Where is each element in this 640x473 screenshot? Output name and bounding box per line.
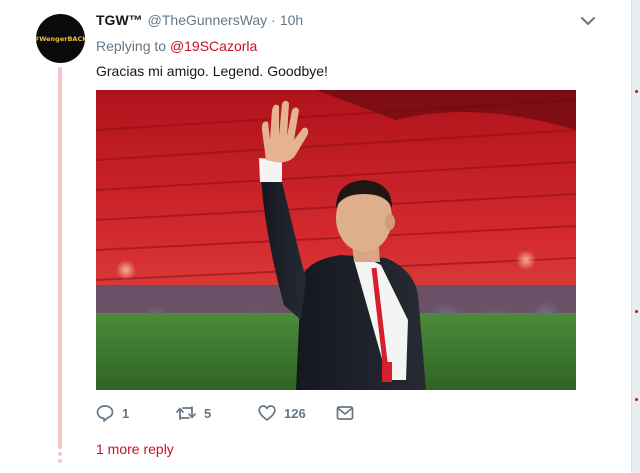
tweet-actions: 1 5 126 <box>96 402 396 424</box>
retweet-count: 5 <box>204 405 212 421</box>
tweet-photo[interactable] <box>96 90 576 390</box>
retweet-icon <box>176 406 196 420</box>
reply-count: 1 <box>122 405 130 421</box>
thread-dots <box>58 445 62 466</box>
adjacent-panel-edge <box>631 0 640 473</box>
direct-message-button[interactable] <box>336 402 354 424</box>
tweet-header: TGW™ @TheGunnersWay · 10h <box>96 12 303 28</box>
replying-to: Replying to @19SCazorla <box>96 38 257 54</box>
heart-icon <box>258 405 276 421</box>
like-count: 126 <box>284 405 306 421</box>
retweet-button[interactable]: 5 <box>176 402 211 424</box>
envelope-icon <box>336 406 354 420</box>
photo-image <box>96 90 576 390</box>
avatar-text: #WengerBACK <box>36 34 85 43</box>
avatar[interactable]: #WengerBACK <box>36 14 85 63</box>
author-name[interactable]: TGW™ <box>96 12 143 28</box>
tweet-text: Gracias mi amigo. Legend. Goodbye! <box>96 63 328 79</box>
separator: · <box>271 12 276 28</box>
like-button[interactable]: 126 <box>258 402 306 424</box>
reply-button[interactable]: 1 <box>96 402 129 424</box>
thread-line <box>58 67 62 447</box>
chevron-down-icon[interactable] <box>580 15 596 27</box>
reply-icon <box>96 405 114 422</box>
author-handle[interactable]: @TheGunnersWay <box>148 12 268 28</box>
more-replies-link[interactable]: 1 more reply <box>96 441 174 457</box>
replying-prefix: Replying to <box>96 38 167 54</box>
replying-to-link[interactable]: @19SCazorla <box>170 38 257 54</box>
timestamp[interactable]: 10h <box>280 12 303 28</box>
tweet[interactable]: #WengerBACK TGW™ @TheGunnersWay · 10h Re… <box>0 0 630 473</box>
